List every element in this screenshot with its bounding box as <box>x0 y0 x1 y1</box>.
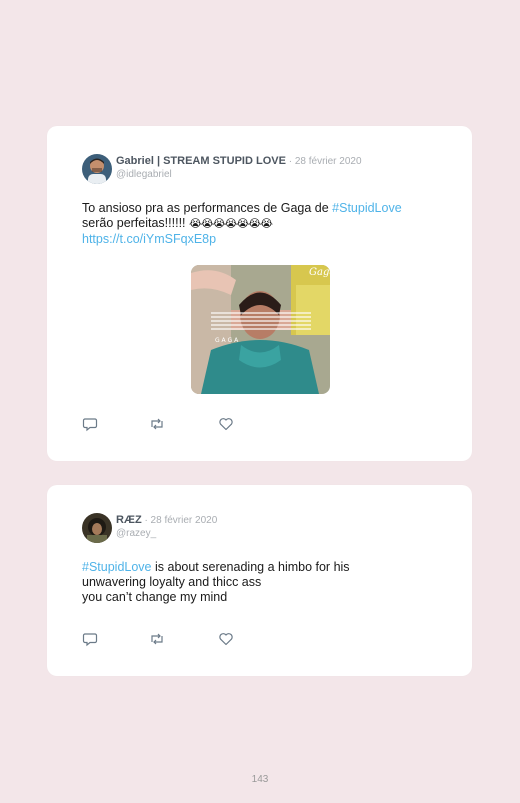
author-name[interactable]: RÆZ <box>116 514 142 526</box>
emoji-group: 😭😭😭😭😭😭😭 <box>189 218 273 230</box>
tweet-text-part: is about serenading a himbo for his <box>151 560 350 574</box>
hashtag-link[interactable]: #StupidLove <box>82 560 152 574</box>
heart-icon[interactable] <box>218 631 234 647</box>
tweet-text-part: serão perfeitas!!!!!! <box>82 216 189 230</box>
tweet-date[interactable]: · 28 février 2020 <box>286 156 362 167</box>
tweet-card: Gabriel | STREAM STUPID LOVE · 28 févrie… <box>47 126 472 461</box>
tweet-text: To ansioso pra as performances de Gaga d… <box>82 201 442 247</box>
tweet-text-part: you can’t change my mind <box>82 590 228 604</box>
page-number: 143 <box>251 774 269 785</box>
tweet-actions <box>82 416 252 432</box>
heart-icon[interactable] <box>218 416 234 432</box>
media-watermark: Gaga <box>309 267 330 278</box>
retweet-icon[interactable] <box>149 416 165 432</box>
tweet-text: #StupidLove is about serenading a himbo … <box>82 560 442 605</box>
hashtag-link[interactable]: #StupidLove <box>332 201 402 215</box>
tweet-date[interactable]: · 28 février 2020 <box>142 515 217 526</box>
tweet-url-link[interactable]: https://t.co/iYmSFqxE8p <box>82 232 216 246</box>
media-caption: G A G A <box>215 337 239 344</box>
retweet-icon[interactable] <box>149 631 165 647</box>
reply-icon[interactable] <box>82 416 98 432</box>
tweet-header: Gabriel | STREAM STUPID LOVE · 28 févrie… <box>116 155 362 167</box>
author-handle[interactable]: @idlegabriel <box>116 169 172 180</box>
tweet-card: RÆZ · 28 février 2020 @razey_ #StupidLov… <box>47 485 472 676</box>
tweet-actions <box>82 631 252 647</box>
tweet-text-part: unwavering loyalty and thicc ass <box>82 575 262 589</box>
avatar[interactable] <box>82 513 112 543</box>
author-handle[interactable]: @razey_ <box>116 528 156 539</box>
author-name[interactable]: Gabriel | STREAM STUPID LOVE <box>116 155 286 167</box>
avatar[interactable] <box>82 154 112 184</box>
tweet-text-part: To ansioso pra as performances de Gaga d… <box>82 201 333 215</box>
tweet-header: RÆZ · 28 février 2020 <box>116 514 217 526</box>
tweet-media-image[interactable]: Gaga G A G A <box>191 265 330 394</box>
reply-icon[interactable] <box>82 631 98 647</box>
